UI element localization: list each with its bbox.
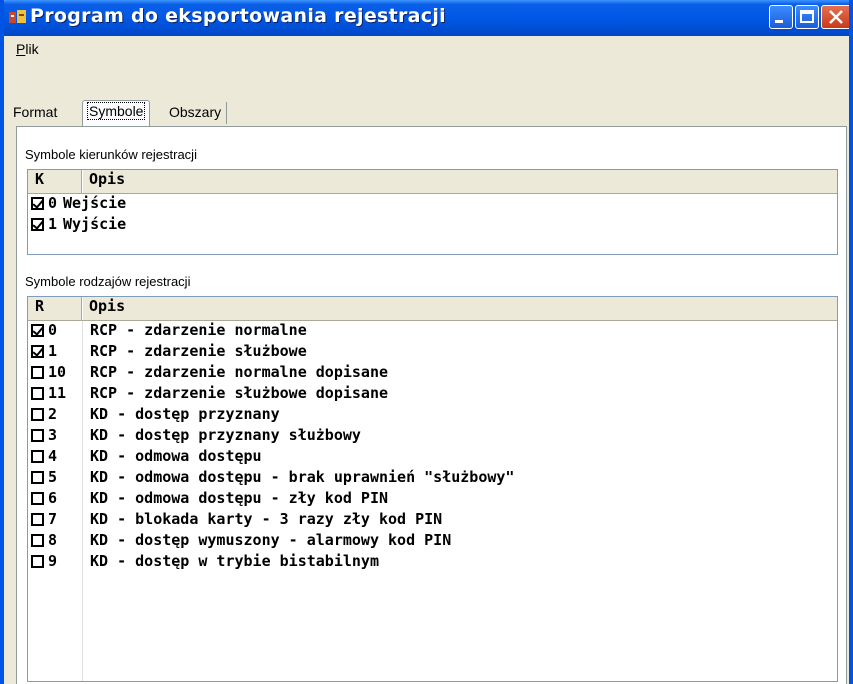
minimize-button[interactable] [769, 5, 793, 29]
types-grid-header: R Opis [28, 297, 837, 321]
table-row[interactable]: 8 KD - dostęp wymuszony - alarmowy kod PI… [28, 531, 837, 552]
table-row[interactable]: 2 KD - dostęp przyznany [28, 405, 837, 426]
directions-group-label: Symbole kierunków rejestracji [25, 147, 197, 162]
row-checkbox[interactable] [31, 387, 44, 400]
row-description: Wyjście [63, 215, 127, 233]
directions-grid-header: K Opis [28, 170, 837, 194]
app-window: Program do eksportowania rejestracji Pli… [0, 0, 853, 684]
row-code: 1 [48, 215, 58, 233]
row-checkbox[interactable] [31, 197, 44, 210]
column-header-opis[interactable]: Opis [89, 297, 125, 320]
tab-symbole-label: Symbole [86, 102, 146, 120]
row-description: KD - dostęp wymuszony - alarmowy kod PIN [90, 531, 452, 549]
row-description: KD - dostęp przyznany służbowy [90, 426, 361, 444]
row-description: KD - dostęp w trybie bistabilnym [90, 552, 379, 570]
row-checkbox[interactable] [31, 324, 44, 337]
directions-grid[interactable]: K Opis 0 Wejście 1 Wyjście [27, 169, 838, 255]
directions-rows: 0 Wejście 1 Wyjście [28, 194, 837, 236]
row-code: 5 [48, 468, 58, 486]
column-separator[interactable] [81, 170, 83, 193]
column-header-k[interactable]: K [35, 170, 44, 193]
row-description: Wejście [63, 194, 127, 212]
maximize-button[interactable] [795, 5, 819, 29]
row-checkbox[interactable] [31, 345, 44, 358]
row-checkbox[interactable] [31, 471, 44, 484]
table-row[interactable]: 7 KD - blokada karty - 3 razy zły kod PIN [28, 510, 837, 531]
row-checkbox[interactable] [31, 534, 44, 547]
row-code: 6 [48, 489, 58, 507]
row-checkbox[interactable] [31, 555, 44, 568]
row-code: 2 [48, 405, 58, 423]
close-icon [829, 10, 843, 24]
row-checkbox[interactable] [31, 513, 44, 526]
table-row[interactable]: 5 KD - odmowa dostępu - brak uprawnień "s… [28, 468, 837, 489]
row-code: 11 [48, 384, 67, 402]
tab-control: Format Symbole Obszary Symbole kierunków… [4, 62, 849, 684]
maximize-icon [800, 10, 814, 23]
row-description: RCP - zdarzenie służbowe dopisane [90, 384, 389, 402]
row-code: 10 [48, 363, 67, 381]
types-rows: 0 RCP - zdarzenie normalne 1 RCP - zdarzeni… [28, 321, 837, 573]
row-description: RCP - zdarzenie normalne [90, 321, 307, 339]
column-separator[interactable] [81, 297, 83, 320]
row-code: 8 [48, 531, 58, 549]
menu-bar: Plik [4, 36, 849, 62]
row-description: RCP - zdarzenie służbowe [90, 342, 307, 360]
row-checkbox[interactable] [31, 450, 44, 463]
close-button[interactable] [821, 5, 849, 29]
column-header-r[interactable]: R [35, 297, 44, 320]
row-checkbox[interactable] [31, 429, 44, 442]
tab-format[interactable]: Format [8, 102, 62, 124]
window-title: Program do eksportowania rejestracji [30, 5, 446, 27]
row-description: RCP - zdarzenie normalne dopisane [90, 363, 389, 381]
row-description: KD - blokada karty - 3 razy zły kod PIN [90, 510, 443, 528]
row-description: KD - odmowa dostępu - zły kod PIN [90, 489, 389, 507]
types-group-label: Symbole rodzajów rejestracji [25, 274, 191, 289]
row-checkbox[interactable] [31, 408, 44, 421]
row-code: 7 [48, 510, 58, 528]
table-row[interactable]: 4 KD - odmowa dostępu [28, 447, 837, 468]
row-code: 1 [48, 342, 58, 360]
row-code: 0 [48, 321, 58, 339]
table-row[interactable]: 11 RCP - zdarzenie służbowe dopisane [28, 384, 837, 405]
tab-format-label: Format [13, 104, 58, 120]
row-description: KD - dostęp przyznany [90, 405, 280, 423]
menu-plik[interactable]: Plik [16, 41, 39, 57]
minimize-icon [775, 20, 783, 23]
row-code: 3 [48, 426, 58, 444]
row-checkbox[interactable] [31, 366, 44, 379]
tab-panel-symbole: Symbole kierunków rejestracji K Opis 0 We… [16, 126, 847, 684]
row-code: 4 [48, 447, 58, 465]
app-icon [9, 10, 26, 23]
table-row[interactable]: 1 RCP - zdarzenie służbowe [28, 342, 837, 363]
row-description: KD - odmowa dostępu [90, 447, 262, 465]
row-description: KD - odmowa dostępu - brak uprawnień "sł… [90, 468, 515, 486]
types-grid[interactable]: R Opis 0 RCP - zdarzenie normalne 1 RCP - z… [27, 296, 838, 682]
tab-obszary-label: Obszary [169, 104, 222, 120]
row-code: 0 [48, 194, 58, 212]
row-checkbox[interactable] [31, 218, 44, 231]
tab-symbole[interactable]: Symbole [82, 100, 151, 126]
row-checkbox[interactable] [31, 492, 44, 505]
row-code: 9 [48, 552, 58, 570]
column-header-opis[interactable]: Opis [89, 170, 125, 193]
table-row[interactable]: 9 KD - dostęp w trybie bistabilnym [28, 552, 837, 573]
tab-obszary[interactable]: Obszary [164, 102, 228, 124]
table-row[interactable]: 0 RCP - zdarzenie normalne [28, 321, 837, 342]
table-row[interactable]: 3 KD - dostęp przyznany służbowy [28, 426, 837, 447]
table-row[interactable]: 10 RCP - zdarzenie normalne dopisane [28, 363, 837, 384]
table-row[interactable]: 6 KD - odmowa dostępu - zły kod PIN [28, 489, 837, 510]
table-row[interactable]: 0 Wejście [28, 194, 837, 215]
table-row[interactable]: 1 Wyjście [28, 215, 837, 236]
title-bar[interactable]: Program do eksportowania rejestracji [4, 0, 849, 36]
